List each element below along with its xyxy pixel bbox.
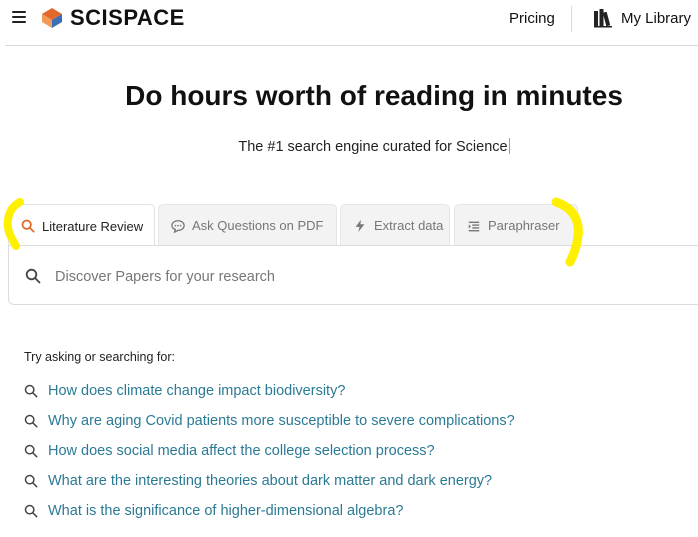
suggestion-item[interactable]: What is the significance of higher-dimen… — [24, 496, 515, 526]
tab-label: Ask Questions on PDF — [192, 218, 324, 233]
suggestions-heading: Try asking or searching for: — [24, 350, 175, 364]
header-divider — [571, 6, 572, 32]
scispace-logo-icon — [42, 8, 62, 28]
search-icon — [24, 504, 38, 518]
books-icon — [594, 9, 612, 28]
subtitle-text: The #1 search engine curated for Science — [238, 139, 508, 155]
suggestion-text: What are the interesting theories about … — [48, 473, 493, 489]
suggestion-item[interactable]: How does social media affect the college… — [24, 436, 515, 466]
tab-label: Literature Review — [42, 218, 144, 234]
chat-bubble-icon — [171, 219, 185, 233]
suggestion-item[interactable]: How does climate change impact biodivers… — [24, 376, 515, 406]
top-navigation-bar: SCISPACE Pricing My Library — [0, 0, 698, 46]
search-icon — [25, 268, 41, 284]
search-box — [8, 245, 698, 305]
search-icon — [24, 384, 38, 398]
suggestion-list: How does climate change impact biodivers… — [24, 376, 515, 526]
hamburger-menu-icon[interactable] — [12, 11, 26, 25]
suggestion-text: How does climate change impact biodivers… — [48, 383, 346, 399]
lightning-icon — [353, 219, 367, 233]
text-align-icon — [467, 219, 481, 233]
tab-literature-review[interactable]: Literature Review — [8, 204, 155, 247]
logo-text: SCISPACE — [70, 5, 185, 30]
suggestion-item[interactable]: Why are aging Covid patients more suscep… — [24, 406, 515, 436]
page-subtitle: The #1 search engine curated for Science — [0, 138, 698, 155]
highlight-bracket-left — [3, 198, 24, 250]
page-title: Do hours worth of reading in minutes — [125, 80, 623, 111]
text-cursor — [508, 138, 510, 154]
header-divider-line — [5, 45, 698, 46]
tab-label: Extract data — [374, 218, 444, 233]
suggestion-text: What is the significance of higher-dimen… — [48, 503, 404, 519]
my-library-button[interactable]: My Library — [593, 8, 691, 28]
suggestion-text: Why are aging Covid patients more suscep… — [48, 413, 515, 429]
scispace-logo[interactable]: SCISPACE — [40, 5, 185, 31]
tab-extract-data[interactable]: Extract data — [340, 204, 450, 246]
suggestion-item[interactable]: What are the interesting theories about … — [24, 466, 515, 496]
search-icon — [24, 444, 38, 458]
search-icon — [24, 414, 38, 428]
my-library-label: My Library — [621, 9, 692, 27]
tab-ask-questions-on-pdf[interactable]: Ask Questions on PDF — [158, 204, 337, 246]
pricing-link[interactable]: Pricing — [509, 10, 555, 27]
highlight-bracket-right — [551, 197, 583, 267]
suggestion-text: How does social media affect the college… — [48, 443, 435, 459]
search-icon — [24, 474, 38, 488]
